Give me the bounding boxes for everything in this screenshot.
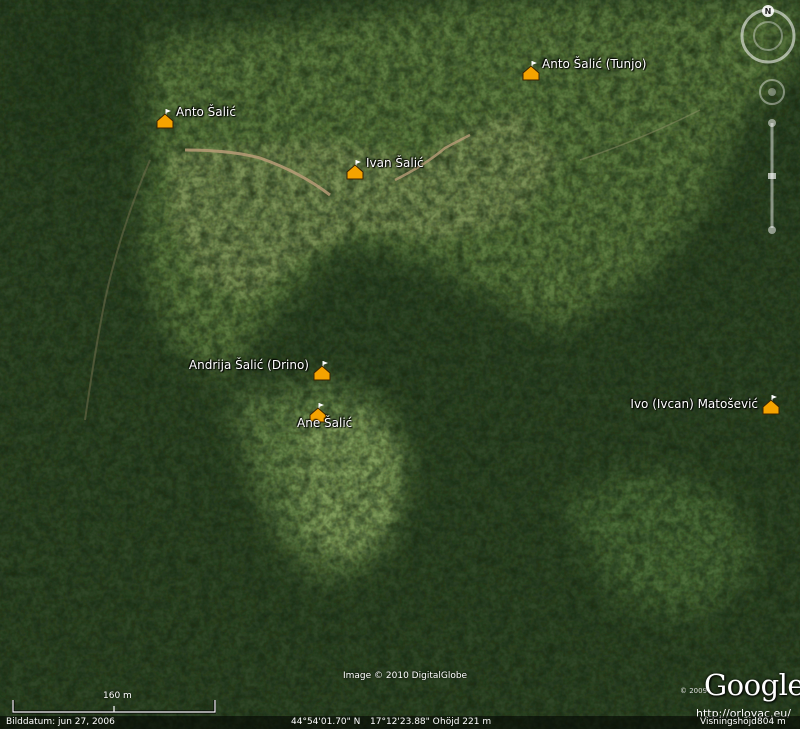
placemark-label: Anto Šalić (Tunjo) (542, 57, 647, 71)
eye-altitude-value: 804 m (757, 717, 786, 727)
imagery-date: Bilddatum: jun 27, 2006 (6, 717, 115, 727)
compass-north-label: N (765, 7, 772, 16)
zoom-slider[interactable] (758, 78, 786, 248)
placemark-ane-salic[interactable]: Ane Šalić (297, 402, 352, 430)
zoom-handle[interactable] (768, 173, 776, 179)
placemark-label: Anto Šalić (176, 105, 236, 119)
placemark-ivo-ivcan-matosevic[interactable]: Ivo (Ivcan) Matošević (630, 394, 780, 416)
placemark-andrija-salic-drino[interactable]: Andrija Šalić (Drino) (189, 358, 331, 382)
imagery-credit: Image © 2010 DigitalGlobe (343, 671, 468, 681)
status-bar: Bilddatum: jun 27, 2006 44°54'01.70" N 1… (0, 716, 800, 729)
placemark-ivan-salic[interactable]: Ivan Šalić (346, 156, 424, 181)
house-marker-icon[interactable] (346, 159, 364, 181)
elevation-readout: höjd 221 m (440, 717, 492, 727)
placemark-label: Ivo (Ivcan) Matošević (630, 397, 758, 411)
placemark-label: Ane Šalić (297, 416, 353, 430)
house-marker-icon[interactable] (762, 394, 780, 416)
latitude-readout: 44°54'01.70" N (291, 717, 361, 727)
house-marker-icon[interactable] (313, 360, 331, 382)
placemark-label: Andrija Šalić (Drino) (188, 358, 309, 372)
placemark-anto-salic-tunjo[interactable]: Anto Šalić (Tunjo) (522, 57, 647, 82)
placemark-label: Ivan Šalić (366, 156, 424, 170)
house-marker-icon[interactable] (156, 108, 174, 130)
satellite-imagery (0, 0, 800, 729)
scale-label: 160 m (103, 691, 132, 701)
compass-control[interactable]: N (738, 4, 798, 64)
longitude-readout: 17°12'23.88" O (370, 717, 440, 727)
copyright-notice: © 2009 (680, 687, 708, 695)
placemark-anto-salic[interactable]: Anto Šalić (156, 105, 236, 130)
satellite-map[interactable]: Anto Šalić Anto Šalić (Tunjo) Ivan Šalić… (0, 0, 800, 729)
house-marker-icon[interactable] (522, 60, 540, 82)
google-logo: Google (704, 668, 800, 702)
zoom-in-icon[interactable] (768, 119, 776, 127)
eye-altitude-label: Visningshöjd (700, 717, 757, 727)
zoom-out-icon[interactable] (768, 226, 776, 234)
